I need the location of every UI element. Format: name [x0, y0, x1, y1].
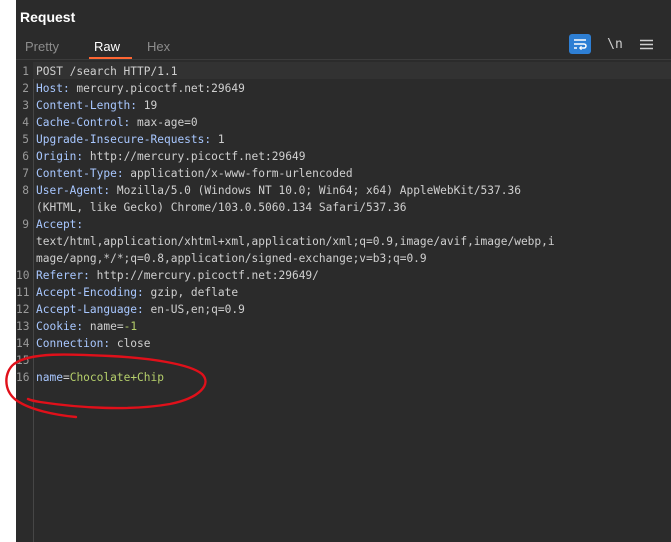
code-line: Cache-Control: max-age=0: [36, 114, 198, 131]
line-number: 14: [16, 337, 30, 350]
line-number: 1: [22, 65, 29, 78]
line-number: 12: [16, 303, 30, 316]
token-key: Cache-Control:: [36, 116, 131, 129]
token-value: gzip, deflate: [143, 286, 239, 299]
code-line: Referer: http://mercury.picoctf.net:2964…: [36, 267, 319, 284]
code-line: Cookie: name=-1: [36, 318, 137, 335]
tab-raw[interactable]: Raw: [94, 39, 120, 54]
token-value: max-age=0: [130, 116, 198, 129]
token-key: Cookie:: [36, 320, 84, 333]
token-value: mage/apng,*/*;q=0.8,application/signed-e…: [36, 252, 427, 265]
line-number: 3: [22, 99, 29, 112]
line-number: 5: [22, 133, 29, 146]
left-margin: [0, 0, 16, 542]
panel-title: Request: [20, 9, 76, 25]
tab-hex[interactable]: Hex: [147, 39, 170, 54]
line-number: 15: [16, 354, 30, 367]
code-line: Accept-Language: en-US,en;q=0.9: [36, 301, 245, 318]
token-value: (KHTML, like Gecko) Chrome/103.0.5060.13…: [36, 201, 407, 214]
tab-divider: [16, 59, 671, 60]
line-number: 6: [22, 150, 29, 163]
code-line: (KHTML, like Gecko) Chrome/103.0.5060.13…: [36, 199, 406, 216]
code-line: mage/apng,*/*;q=0.8,application/signed-e…: [36, 250, 427, 267]
token-value: Mozilla/5.0 (Windows NT 10.0; Win64; x64…: [110, 184, 521, 197]
token-value: 1: [211, 133, 225, 146]
token-key: User-Agent:: [36, 184, 111, 197]
token-key: Origin:: [36, 150, 84, 163]
line-number: 7: [22, 167, 29, 180]
show-newlines-button[interactable]: \n: [604, 34, 626, 54]
line-number: 13: [16, 320, 30, 333]
token-key: Content-Length:: [36, 99, 138, 112]
token-key: Host:: [36, 82, 70, 95]
token-value: mercury.picoctf.net:29649: [69, 82, 245, 95]
code-line: name=Chocolate+Chip: [36, 369, 164, 386]
token-key: Connection:: [36, 337, 111, 350]
code-line: Origin: http://mercury.picoctf.net:29649: [36, 148, 305, 165]
token-key: Upgrade-Insecure-Requests:: [36, 133, 212, 146]
token-value: http://mercury.picoctf.net:29649: [83, 150, 306, 163]
token-value: 19: [137, 99, 158, 112]
line-number: 16: [16, 371, 30, 384]
raw-request-editor[interactable]: 1 POST /search HTTP/1.1 2 Host: mercury.pic…: [16, 62, 671, 542]
line-number: 9: [22, 218, 29, 231]
token-key: Accept-Encoding:: [36, 286, 144, 299]
token-value: application/x-www-form-urlencoded: [123, 167, 353, 180]
code-line: Content-Length: 19: [36, 97, 157, 114]
token-value: POST /search HTTP/1.1: [36, 65, 178, 78]
hamburger-menu-icon[interactable]: [636, 34, 656, 54]
token-value: close: [110, 337, 151, 350]
code-line: Accept:: [36, 216, 83, 233]
line-number: 10: [16, 269, 30, 282]
line-number: 11: [16, 286, 30, 299]
word-wrap-button[interactable]: [569, 34, 591, 54]
token-key: name: [36, 371, 63, 384]
token-value: Chocolate+Chip: [69, 371, 164, 384]
token-key: Accept:: [36, 218, 84, 231]
token-key: Content-Type:: [36, 167, 124, 180]
code-line: Upgrade-Insecure-Requests: 1: [36, 131, 225, 148]
token-key: Referer:: [36, 269, 90, 282]
line-number: 4: [22, 116, 29, 129]
code-line: Connection: close: [36, 335, 151, 352]
code-line: Host: mercury.picoctf.net:29649: [36, 80, 245, 97]
word-wrap-icon: [574, 39, 587, 50]
request-panel: Request Pretty Raw Hex \n 1 POST /search …: [16, 0, 671, 542]
tab-pretty[interactable]: Pretty: [25, 39, 59, 54]
code-line: text/html,application/xhtml+xml,applicat…: [36, 233, 555, 250]
token-value: -1: [123, 320, 138, 333]
code-line: POST /search HTTP/1.1: [36, 63, 177, 80]
token-value: en-US,en;q=0.9: [143, 303, 245, 316]
code-line: Accept-Encoding: gzip, deflate: [36, 284, 238, 301]
line-number: 2: [22, 82, 29, 95]
code-line: User-Agent: Mozilla/5.0 (Windows NT 10.0…: [36, 182, 521, 199]
token-value: http://mercury.picoctf.net:29649/: [89, 269, 319, 282]
code-line: Content-Type: application/x-www-form-url…: [36, 165, 353, 182]
token-value: name=: [83, 320, 124, 333]
token-value: text/html,application/xhtml+xml,applicat…: [36, 235, 555, 248]
token-value: =: [62, 371, 70, 384]
line-number: 8: [22, 184, 29, 197]
token-key: Accept-Language:: [36, 303, 144, 316]
